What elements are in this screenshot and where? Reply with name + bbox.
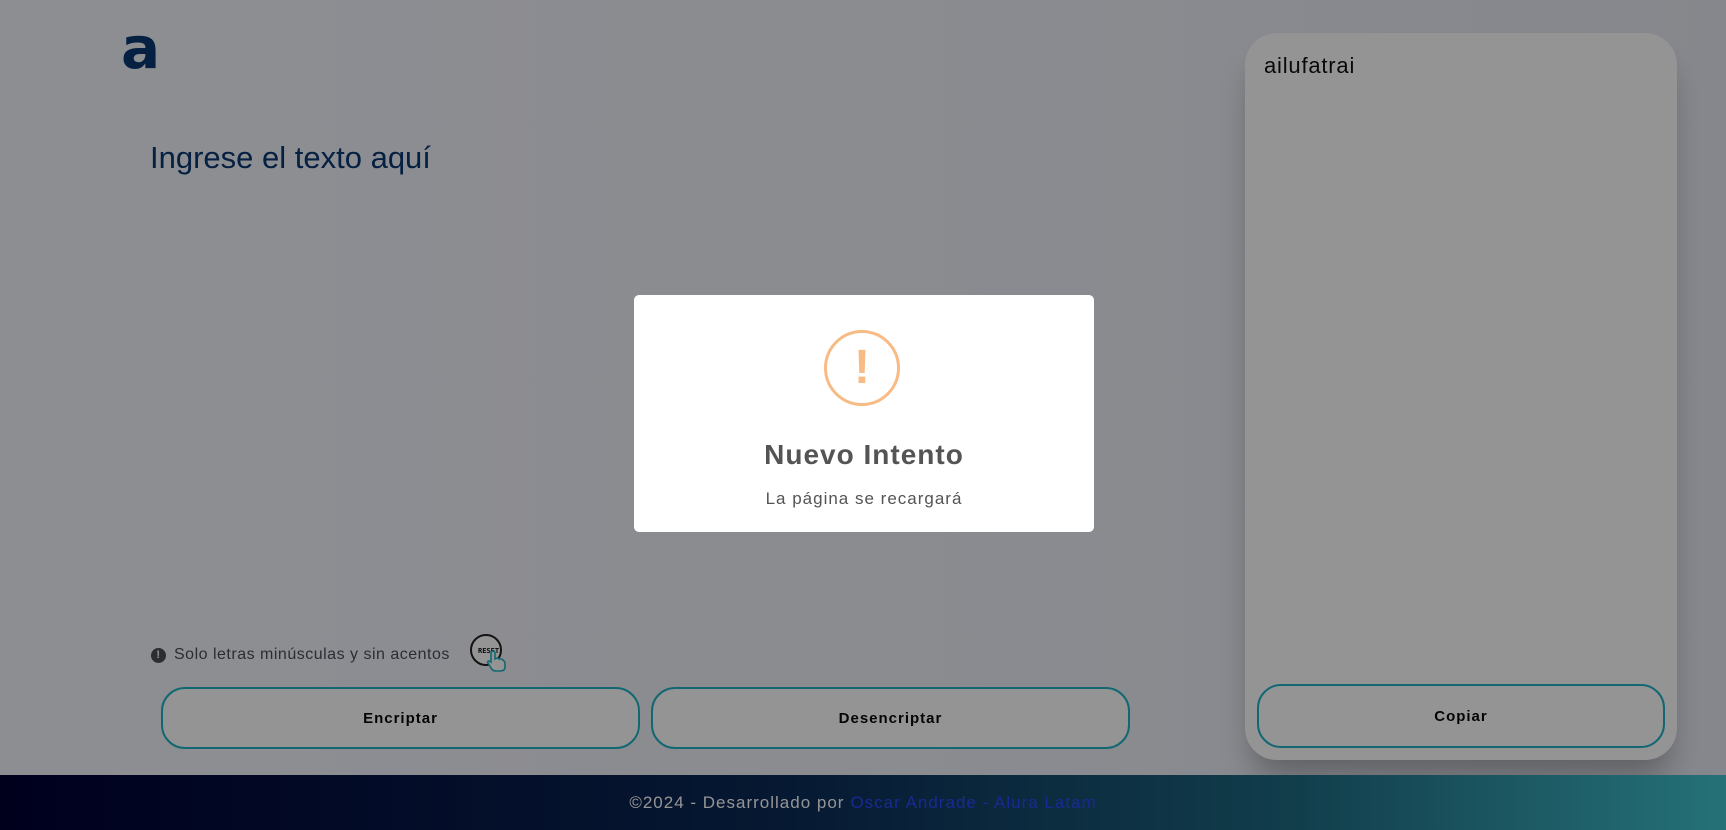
modal-title: Nuevo Intento [764,439,964,470]
alert-modal: ! Nuevo Intento La página se recargará [634,295,1094,532]
modal-text: La página se recargará [765,489,963,508]
warning-icon: ! [824,330,900,406]
